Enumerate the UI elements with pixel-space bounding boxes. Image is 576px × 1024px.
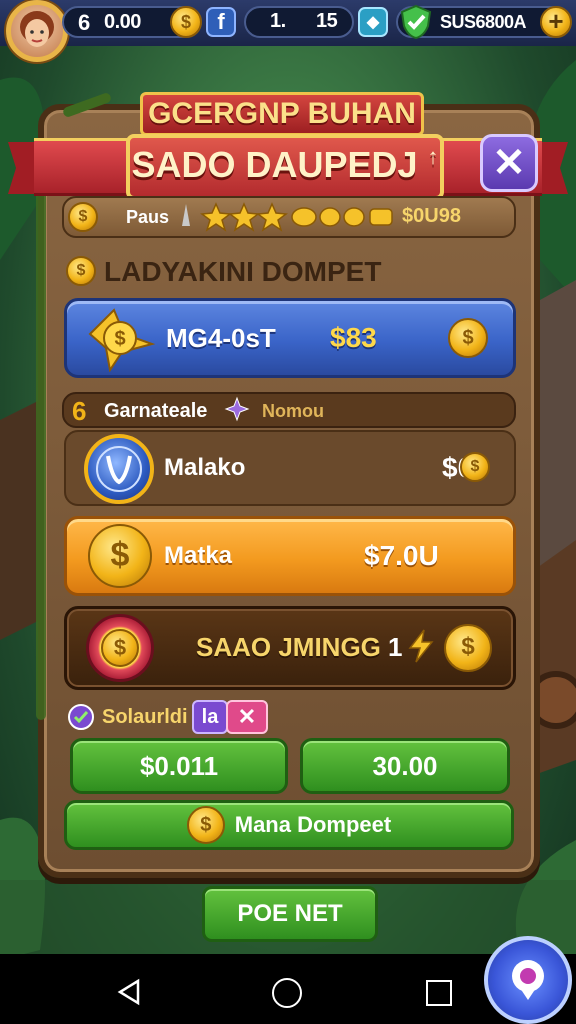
globe-icon (84, 434, 154, 504)
back-icon[interactable] (116, 978, 142, 1006)
location-pin-icon (512, 960, 544, 1000)
swords-icon: ✕ (226, 700, 268, 734)
offer-dark-coin-right-icon: $ (444, 624, 492, 672)
offer-blue-name: MG4-0sT (166, 323, 276, 353)
stars-icon (176, 200, 396, 232)
bottom-header-tag: la (192, 700, 228, 734)
offer-blue-coin-icon: $ (448, 318, 488, 358)
dialog-title: SADO DAUPEDJ ↑ (126, 144, 444, 186)
bottom-header-label: Solaurldi (102, 706, 188, 728)
coin-icon: $ (170, 6, 202, 38)
section-title: LADYAKINI DOMPET (104, 256, 382, 287)
offer-matka-coin-icon: $ (88, 524, 152, 588)
counter-pill (244, 6, 354, 38)
avatar-face-icon (20, 11, 54, 47)
section-coin-icon: $ (66, 256, 96, 286)
add-currency-button[interactable]: + (540, 6, 572, 38)
offer-matka-price: $7.0U (364, 540, 439, 571)
check-badge-icon (68, 704, 94, 730)
wallet-button[interactable]: $ Mana Dompeet (64, 800, 514, 850)
offer-dark-count: 1 (388, 632, 403, 662)
lightning-icon (404, 628, 438, 664)
home-icon[interactable] (272, 978, 302, 1008)
gem-icon[interactable]: ◆ (358, 7, 388, 37)
dialog-title-text: SADO DAUPEDJ (131, 144, 418, 185)
pass-label: Paus (126, 207, 170, 227)
dialog-subtitle: GCERGNP BUHAN (148, 97, 416, 130)
footer-button[interactable]: POE NET (202, 886, 378, 942)
currency-total: SUS6800A (440, 12, 527, 32)
offer-dark-name: SAAO JMINGG (196, 632, 381, 662)
wallet-button-label: Mana Dompeet (234, 812, 392, 837)
pass-value: $0U98 (402, 205, 461, 227)
pass-coin-icon: $ (68, 202, 98, 232)
close-button[interactable]: ✕ (480, 134, 538, 192)
offer-dark-coin-icon: $ (86, 614, 154, 682)
counter-b: 15 (316, 10, 338, 32)
lives-count: 6 (78, 10, 90, 35)
buy-button-right[interactable]: 30.00 (300, 738, 510, 794)
social-facebook-button[interactable]: f (206, 7, 236, 37)
sub-header-number: 6 (72, 396, 87, 426)
sub-header-tag: Nomou (262, 401, 324, 421)
recents-icon[interactable] (426, 980, 452, 1006)
offer-matka-name: Matka (164, 542, 233, 569)
counter-a: 1. (270, 10, 286, 32)
winged-coin-icon: $ (84, 304, 158, 373)
sub-header-label: Garnateale (104, 400, 208, 422)
title-arrow-icon: ↑ (427, 144, 439, 169)
offer-malako-coin-icon: $ (460, 452, 490, 482)
offer-blue-price: $83 (330, 322, 377, 353)
shield-check-icon (398, 4, 434, 40)
svg-text:$: $ (114, 328, 125, 350)
wallet-coin-icon: $ (186, 806, 225, 844)
sparkle-icon (224, 396, 250, 422)
offer-malako-name: Malako (164, 454, 246, 481)
buy-button-left[interactable]: $0.011 (70, 738, 288, 794)
lives-value: 0.00 (104, 11, 141, 33)
floating-assistant-button[interactable] (484, 936, 572, 1024)
vine-decoration-left (36, 180, 46, 720)
player-avatar[interactable] (6, 0, 68, 62)
